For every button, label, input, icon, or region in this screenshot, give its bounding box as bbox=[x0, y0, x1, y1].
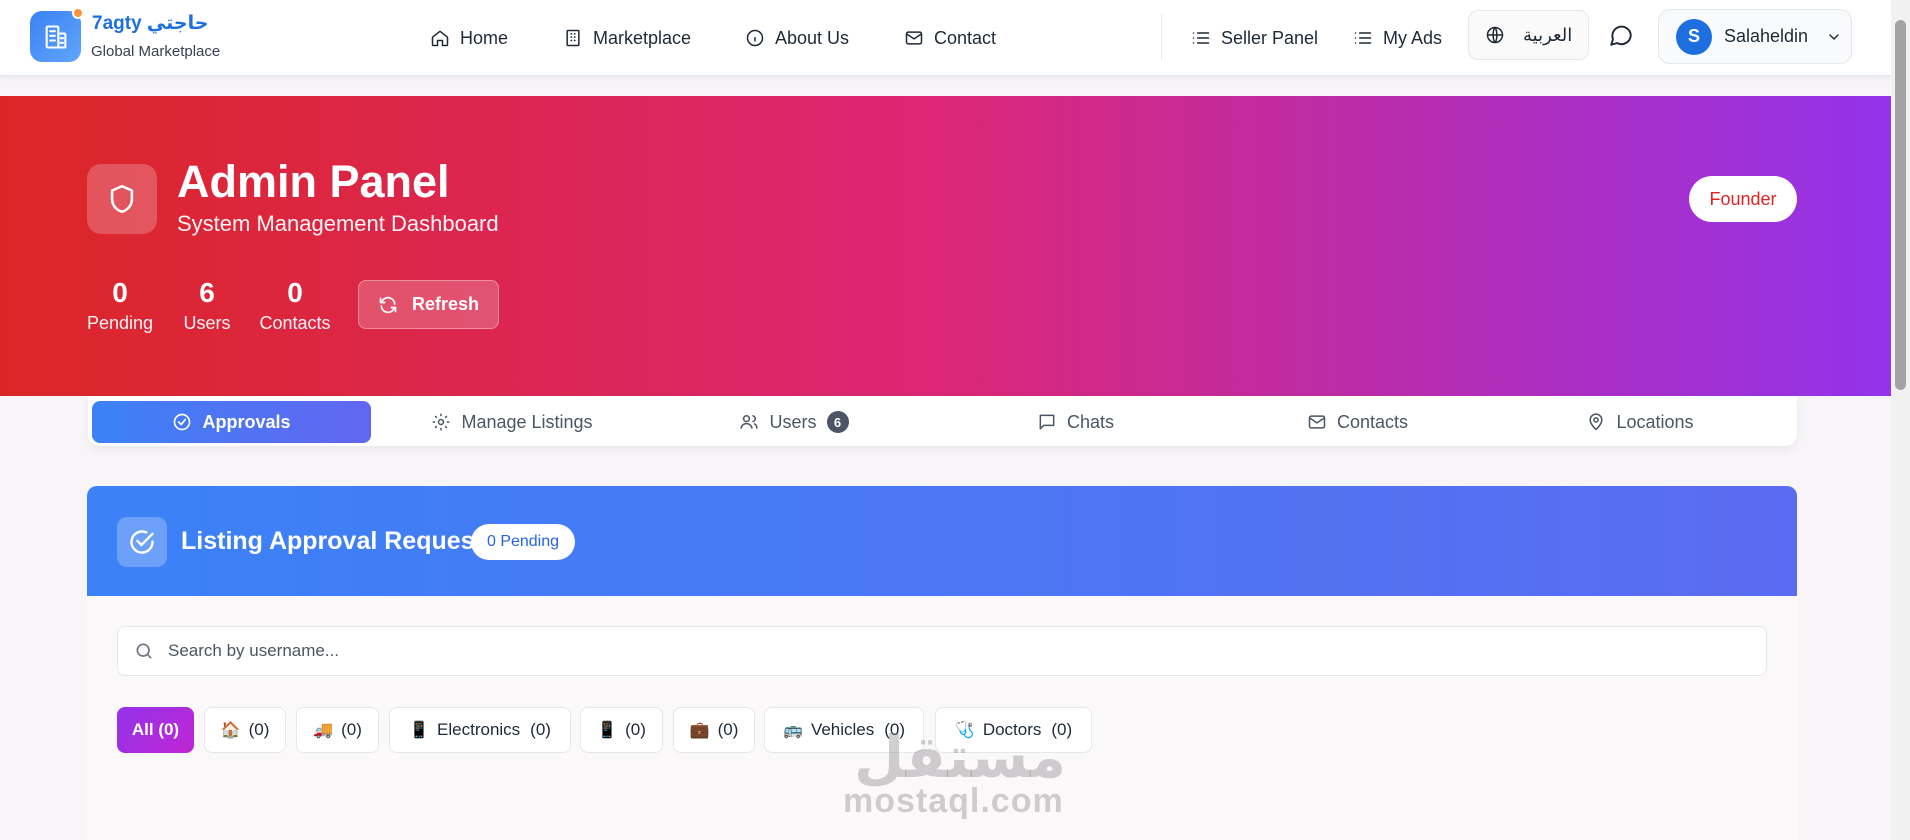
users-icon bbox=[739, 412, 759, 432]
nav-marketplace-label: Marketplace bbox=[593, 27, 692, 48]
filter-real-estate[interactable]: 🏠 (0) bbox=[204, 707, 286, 753]
brand-name[interactable]: 7agty حاجتي bbox=[92, 12, 208, 35]
stat-users-label: Users bbox=[183, 313, 231, 333]
approvals-title: Listing Approval Requests bbox=[181, 527, 497, 555]
nav-contact[interactable]: Contact bbox=[904, 24, 996, 52]
check-circle-icon bbox=[172, 412, 192, 432]
tab-contacts-label: Contacts bbox=[1336, 411, 1409, 432]
stat-users-value: 6 bbox=[199, 277, 215, 308]
seller-panel-label: Seller Panel bbox=[1221, 27, 1319, 48]
filter-count: (0) bbox=[530, 720, 551, 739]
filter-category[interactable]: 📱 (0) bbox=[580, 707, 663, 753]
stat-contacts-value: 0 bbox=[287, 277, 303, 308]
role-badge: Founder bbox=[1689, 176, 1797, 222]
tab-locations-label: Locations bbox=[1616, 411, 1694, 432]
home-icon bbox=[430, 28, 450, 48]
pending-count-badge: 0 Pending bbox=[471, 524, 575, 560]
scrollbar-thumb[interactable] bbox=[1895, 20, 1906, 390]
tab-users[interactable]: Users 6 bbox=[653, 401, 935, 443]
tab-approvals-label: Approvals bbox=[202, 411, 291, 432]
tab-locations[interactable]: Locations bbox=[1499, 401, 1781, 443]
nav-marketplace[interactable]: Marketplace bbox=[563, 24, 691, 52]
stat-contacts: 0 Contacts bbox=[256, 276, 334, 336]
house-icon: 🏠 bbox=[220, 722, 241, 739]
watermark-arabic: مستقل bbox=[854, 723, 1066, 791]
stat-users: 6 Users bbox=[177, 276, 237, 336]
filter-count: (0) bbox=[625, 720, 646, 739]
filter-count: (0) bbox=[341, 720, 362, 739]
watermark-text: mostaql.com bbox=[843, 782, 1064, 820]
phone-icon: 📱 bbox=[409, 722, 429, 739]
approvals-card-header: Listing Approval Requests 0 Pending bbox=[87, 486, 1797, 596]
map-pin-icon bbox=[1586, 412, 1606, 432]
refresh-label: Refresh bbox=[411, 294, 480, 314]
stat-pending-value: 0 bbox=[112, 277, 128, 308]
brand-logo-icon[interactable] bbox=[30, 11, 81, 62]
chat-bubble-icon bbox=[1608, 22, 1636, 48]
chat-icon bbox=[1037, 412, 1057, 432]
nav-home[interactable]: Home bbox=[430, 24, 508, 52]
user-name: Salaheldin bbox=[1724, 26, 1809, 46]
gear-icon bbox=[431, 412, 451, 432]
top-navbar: 7agty حاجتي Global Marketplace Home Mark… bbox=[0, 0, 1891, 76]
filter-count: (0) bbox=[248, 720, 270, 739]
stat-contacts-label: Contacts bbox=[259, 313, 331, 333]
building-icon bbox=[563, 28, 583, 48]
filter-all[interactable]: All (0) bbox=[117, 707, 194, 753]
page-title: Admin Panel bbox=[177, 156, 450, 207]
admin-hero-banner: Admin Panel System Management Dashboard … bbox=[0, 96, 1891, 396]
nav-my-ads[interactable]: My Ads bbox=[1353, 24, 1442, 52]
shield-icon bbox=[87, 164, 157, 234]
admin-tabs: Approvals Manage Listings Users 6 Chats … bbox=[88, 396, 1797, 446]
list-icon bbox=[1353, 28, 1373, 48]
filter-all-label: All (0) bbox=[131, 720, 180, 739]
list-icon bbox=[1191, 28, 1211, 48]
brand-subtitle: Global Marketplace bbox=[91, 43, 221, 60]
user-menu-button[interactable]: S Salaheldin bbox=[1658, 9, 1852, 64]
nav-about-label: About Us bbox=[775, 27, 850, 48]
chat-button[interactable] bbox=[1608, 22, 1636, 50]
tab-contacts[interactable]: Contacts bbox=[1216, 401, 1499, 443]
page-subtitle: System Management Dashboard bbox=[177, 211, 499, 236]
filter-count: (0) bbox=[717, 720, 739, 739]
mail-icon bbox=[1307, 412, 1327, 432]
search-bar bbox=[117, 626, 1767, 676]
tab-chats-label: Chats bbox=[1066, 411, 1115, 432]
language-label: العربية bbox=[1523, 24, 1573, 45]
info-icon bbox=[745, 28, 765, 48]
phone-icon: 📱 bbox=[597, 722, 618, 739]
tab-approvals[interactable]: Approvals bbox=[92, 401, 371, 443]
nav-contact-label: Contact bbox=[934, 27, 997, 48]
briefcase-icon: 💼 bbox=[689, 722, 710, 739]
stat-pending-label: Pending bbox=[86, 313, 154, 333]
my-ads-label: My Ads bbox=[1383, 27, 1443, 48]
nav-about[interactable]: About Us bbox=[745, 24, 849, 52]
tab-manage-listings-label: Manage Listings bbox=[461, 411, 593, 432]
refresh-icon bbox=[378, 295, 398, 315]
check-circle-icon bbox=[117, 517, 167, 567]
avatar: S bbox=[1676, 18, 1712, 55]
filter-transport[interactable]: 🚚 (0) bbox=[296, 707, 379, 753]
chevron-down-icon bbox=[1826, 29, 1842, 45]
language-switch-button[interactable]: العربية bbox=[1468, 10, 1589, 60]
nav-home-label: Home bbox=[460, 27, 509, 48]
search-input[interactable] bbox=[168, 641, 1668, 661]
filter-jobs[interactable]: 💼 (0) bbox=[673, 707, 755, 753]
refresh-button[interactable]: Refresh bbox=[358, 280, 499, 329]
globe-icon bbox=[1485, 25, 1505, 45]
filter-electronics[interactable]: 📱 Electronics (0) bbox=[389, 707, 571, 753]
tab-manage-listings[interactable]: Manage Listings bbox=[371, 401, 653, 443]
mail-icon bbox=[904, 28, 924, 48]
bus-icon: 🚌 bbox=[782, 722, 803, 739]
tab-chats[interactable]: Chats bbox=[935, 401, 1216, 443]
notification-dot bbox=[72, 7, 84, 19]
search-icon bbox=[134, 641, 154, 661]
stat-pending: 0 Pending bbox=[84, 276, 156, 336]
nav-seller-panel[interactable]: Seller Panel bbox=[1191, 24, 1318, 52]
tab-users-label: Users bbox=[769, 411, 817, 432]
filter-label: Electronics bbox=[437, 720, 521, 739]
nav-divider bbox=[1161, 14, 1162, 60]
truck-icon: 🚚 bbox=[313, 722, 334, 739]
users-count-badge: 6 bbox=[826, 411, 849, 433]
